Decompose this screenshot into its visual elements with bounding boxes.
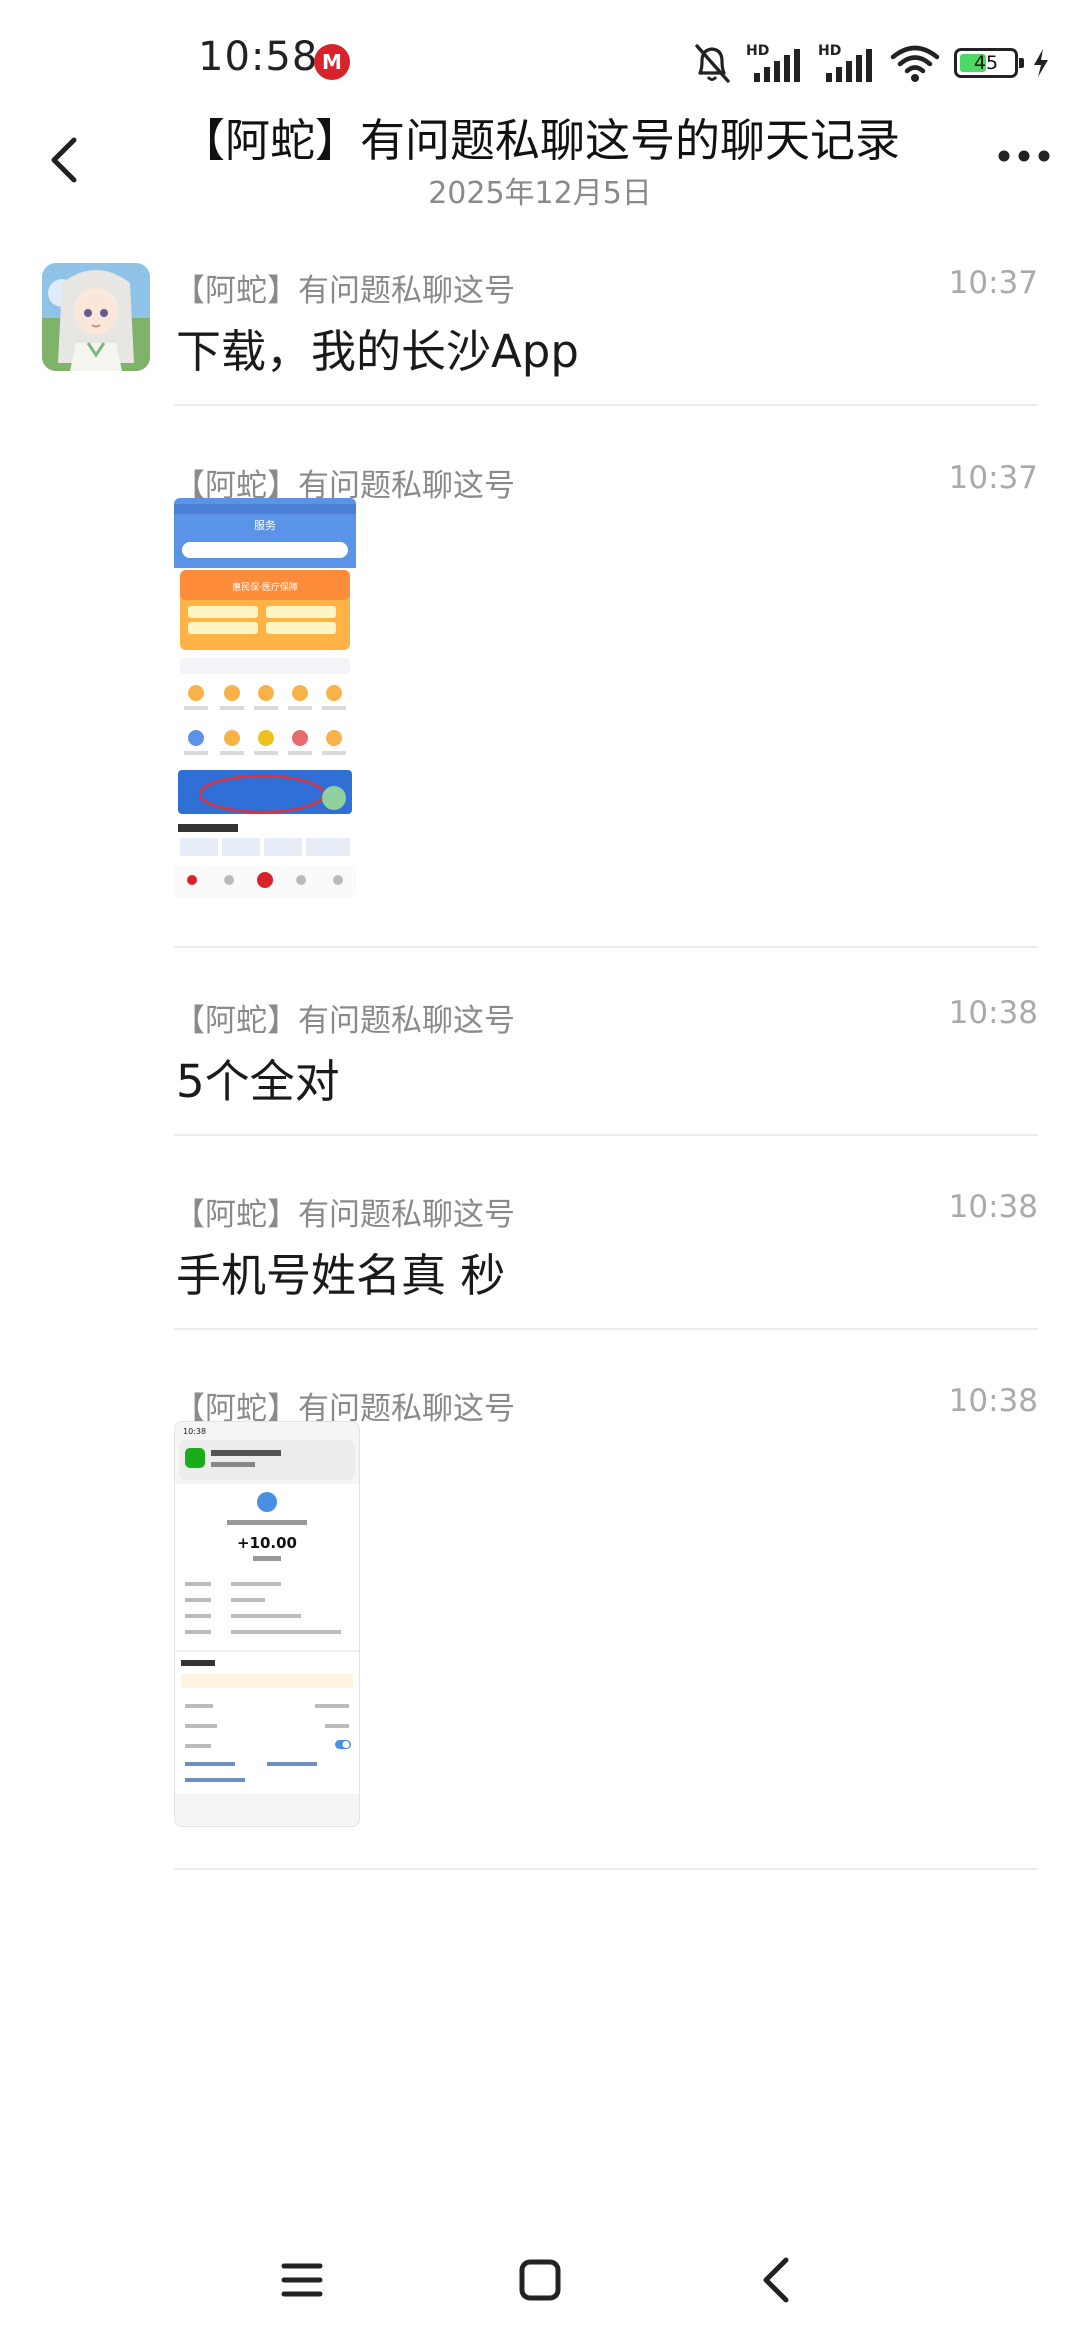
system-nav-bar (0, 2220, 1080, 2330)
menu-icon[interactable] (272, 2250, 332, 2310)
message-item[interactable]: 【阿蛇】有问题私聊这号 10:38 10:38 +10.00 (174, 1383, 1038, 1843)
image2-time: 10:38 (183, 1427, 206, 1436)
mute-bell-icon (695, 44, 730, 83)
signal-icon: HD (818, 43, 872, 82)
message-text: 下载，我的长沙App (176, 325, 579, 378)
message-time: 10:38 (948, 995, 1038, 1031)
message-text: 手机号姓名真 秒 (176, 1249, 506, 1302)
sender-name: 【阿蛇】有问题私聊这号 (174, 1003, 515, 1039)
battery-level: 45 (973, 52, 999, 74)
status-icons: HD HD 45 (692, 38, 1050, 88)
charging-icon (1034, 49, 1048, 77)
back-arrow-icon[interactable] (34, 130, 94, 190)
avatar[interactable] (42, 263, 150, 371)
message-text: 5个全对 (176, 1055, 340, 1108)
more-dots-icon[interactable] (994, 136, 1054, 176)
divider (174, 1868, 1038, 1870)
message-time: 10:38 (948, 1383, 1038, 1419)
sender-name: 【阿蛇】有问题私聊这号 (174, 273, 515, 309)
message-time: 10:37 (948, 265, 1038, 301)
page-date: 2025年12月5日 (428, 176, 652, 211)
message-time: 10:37 (948, 460, 1038, 496)
divider (174, 404, 1038, 406)
sender-name: 【阿蛇】有问题私聊这号 (174, 1197, 515, 1233)
wifi-icon (890, 45, 940, 82)
image2-amount: +10.00 (237, 1534, 297, 1552)
message-item[interactable]: 【阿蛇】有问题私聊这号 10:38 手机号姓名真 秒 (174, 1189, 1038, 1302)
message-item[interactable]: 【阿蛇】有问题私聊这号 10:37 下载，我的长沙App (174, 265, 1038, 378)
chat-header: 【阿蛇】有问题私聊这号的聊天记录 2025年12月5日 (0, 100, 1080, 220)
divider (174, 1328, 1038, 1330)
signal-hd-label: HD (746, 43, 769, 59)
image-thumbnail[interactable]: 服务 惠民保·医疗保障 (174, 498, 356, 898)
home-square-icon[interactable] (510, 2250, 570, 2310)
divider (174, 1134, 1038, 1136)
battery-icon: 45 (954, 48, 1024, 78)
status-time: 10:58 (198, 34, 319, 80)
signal-icon: HD (746, 43, 800, 82)
message-time: 10:38 (948, 1189, 1038, 1225)
page-title: 【阿蛇】有问题私聊这号的聊天记录 (179, 114, 900, 167)
message-item[interactable]: 【阿蛇】有问题私聊这号 10:37 服务 惠民保·医疗保障 (174, 460, 1038, 910)
image1-tab: 服务 (254, 519, 276, 532)
message-item[interactable]: 【阿蛇】有问题私聊这号 10:38 5个全对 (174, 995, 1038, 1108)
back-triangle-icon[interactable] (748, 2250, 808, 2310)
image-thumbnail[interactable]: 10:38 +10.00 (174, 1421, 360, 1827)
divider (174, 946, 1038, 948)
metro-icon (314, 44, 350, 80)
signal-hd-label: HD (818, 43, 841, 59)
image1-banner: 惠民保·医疗保障 (232, 581, 298, 593)
